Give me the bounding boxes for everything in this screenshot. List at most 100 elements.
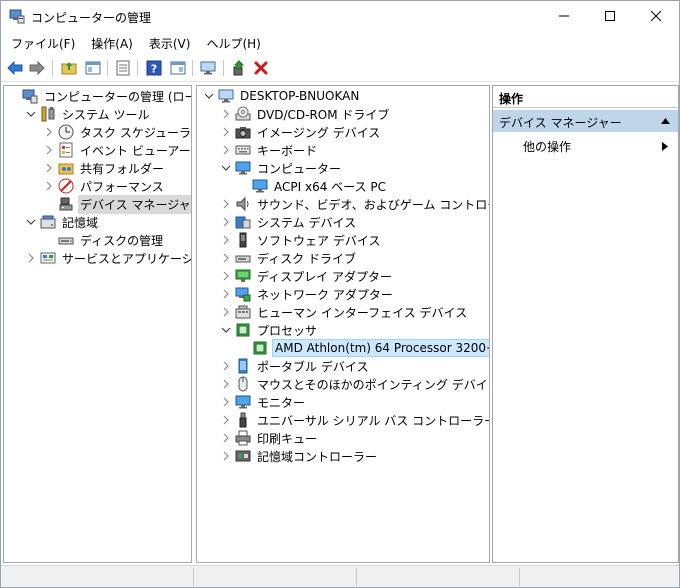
- tree-expander[interactable]: [43, 180, 55, 192]
- tree-item-label: ソフトウェア デバイス: [257, 233, 381, 248]
- tree-item[interactable]: DESKTOP-BNUOKAN: [203, 87, 361, 105]
- tree-item-icon: [235, 304, 251, 320]
- tree-item[interactable]: ACPI x64 ベース PC: [237, 177, 388, 195]
- tree-expander[interactable]: [25, 108, 37, 120]
- tree-item[interactable]: 記憶域コントローラー: [220, 447, 379, 465]
- tree-item-label: パフォーマンス: [80, 179, 164, 194]
- chevron-right-icon: [223, 109, 229, 119]
- tree-item[interactable]: サービスとアプリケーション: [25, 249, 191, 267]
- forward-button[interactable]: [27, 58, 47, 78]
- event-viewer-icon: [59, 142, 73, 158]
- tree-item[interactable]: システム ツール: [25, 105, 151, 123]
- tree-item[interactable]: タスク スケジューラ: [43, 123, 191, 141]
- export-list-button[interactable]: [113, 58, 133, 78]
- tree-expander[interactable]: [220, 126, 232, 138]
- scan-hardware-button[interactable]: [198, 58, 218, 78]
- tree-expander[interactable]: [220, 108, 232, 120]
- tree-item[interactable]: ユニバーサル シリアル バス コントローラー: [220, 411, 489, 429]
- tree-item-label: イベント ビューアー: [80, 143, 191, 158]
- show-hide-tree-button[interactable]: [83, 58, 103, 78]
- tree-expander[interactable]: [220, 234, 232, 246]
- tree-item-icon: [235, 232, 251, 248]
- action-pane-button[interactable]: [168, 58, 188, 78]
- tree-item[interactable]: AMD Athlon(tm) 64 Processor 3200+: [237, 339, 489, 357]
- processor-icon: [236, 323, 250, 337]
- tree-expander[interactable]: [43, 162, 55, 174]
- close-button[interactable]: [633, 1, 679, 31]
- chevron-right-icon: [223, 415, 229, 425]
- tree-expander[interactable]: [203, 90, 215, 102]
- tree-item[interactable]: システム デバイス: [220, 213, 358, 231]
- tree-expander[interactable]: [220, 450, 232, 462]
- tree-item[interactable]: コンピューターの管理 (ローカル): [7, 87, 191, 105]
- tree-item[interactable]: 記憶域: [25, 213, 100, 231]
- tree-item[interactable]: 共有フォルダー: [43, 159, 166, 177]
- tree-expander[interactable]: [220, 324, 232, 336]
- minimize-icon: [559, 15, 569, 17]
- menu-bar: ファイル(F) 操作(A) 表示(V) ヘルプ(H): [1, 33, 679, 53]
- tree-item[interactable]: ポータブル デバイス: [220, 357, 370, 375]
- menu-view[interactable]: 表示(V): [139, 33, 197, 53]
- tree-item[interactable]: ヒューマン インターフェイス デバイス: [220, 303, 469, 321]
- menu-file[interactable]: ファイル(F): [1, 33, 81, 53]
- tree-item[interactable]: サウンド、ビデオ、およびゲーム コントローラー: [220, 195, 489, 213]
- tree-expander[interactable]: [220, 252, 232, 264]
- tree-item[interactable]: コンピューター: [220, 159, 343, 177]
- minimize-button[interactable]: [541, 1, 587, 31]
- tree-expander[interactable]: [220, 306, 232, 318]
- tree-expander[interactable]: [220, 162, 232, 174]
- tree-expander[interactable]: [220, 360, 232, 372]
- chevron-right-icon: [46, 181, 52, 191]
- tree-expander[interactable]: [220, 396, 232, 408]
- tree-item[interactable]: モニター: [220, 393, 307, 411]
- up-folder-button[interactable]: [59, 58, 79, 78]
- tree-item[interactable]: デバイス マネージャー: [43, 194, 191, 214]
- tree-item[interactable]: ディスク ドライブ: [220, 249, 358, 267]
- tree-item[interactable]: マウスとそのほかのポインティング デバイス: [220, 375, 489, 393]
- chevron-down-icon: [221, 165, 231, 171]
- tree-expander[interactable]: [25, 216, 37, 228]
- tree-expander[interactable]: [220, 288, 232, 300]
- update-driver-button[interactable]: [229, 58, 249, 78]
- tree-item-label: サウンド、ビデオ、およびゲーム コントローラー: [257, 197, 489, 212]
- tree-expander[interactable]: [43, 144, 55, 156]
- menu-help[interactable]: ヘルプ(H): [196, 33, 266, 53]
- tree-expander[interactable]: [220, 270, 232, 282]
- tree-item[interactable]: イメージング デバイス: [220, 123, 382, 141]
- tree-item-label: コンピューターの管理 (ローカル): [44, 89, 191, 104]
- tree-item[interactable]: ソフトウェア デバイス: [220, 231, 382, 249]
- uninstall-device-button[interactable]: [251, 58, 271, 78]
- camera-icon: [235, 127, 251, 139]
- tree-item[interactable]: プロセッサ: [220, 321, 319, 339]
- tree-item[interactable]: イベント ビューアー: [43, 141, 191, 159]
- tree-expander[interactable]: [220, 432, 232, 444]
- tree-expander[interactable]: [220, 144, 232, 156]
- tree-expander[interactable]: [25, 252, 37, 264]
- display-adapter-icon: [235, 269, 251, 282]
- actions-section-device-manager[interactable]: デバイス マネージャー: [493, 110, 678, 132]
- tree-item[interactable]: ディスクの管理: [43, 231, 165, 249]
- tree-expander[interactable]: [220, 198, 232, 210]
- device-tree-pane[interactable]: DESKTOP-BNUOKAN DVD/CD-ROM ドライブ イメージング デバイ…: [196, 85, 490, 563]
- tree-item[interactable]: ディスプレイ アダプター: [220, 267, 394, 285]
- tree-expander[interactable]: [220, 216, 232, 228]
- chevron-right-icon: [223, 127, 229, 137]
- tree-item[interactable]: パフォーマンス: [43, 177, 166, 195]
- maximize-button[interactable]: [587, 1, 633, 31]
- software-device-icon: [239, 232, 247, 248]
- back-button[interactable]: [5, 58, 25, 78]
- console-tree-pane[interactable]: コンピューターの管理 (ローカル) システム ツールタスク スケジューライベント …: [3, 85, 192, 563]
- tree-expander[interactable]: [220, 414, 232, 426]
- tree-expander[interactable]: [220, 378, 232, 390]
- forward-arrow-icon: [29, 61, 45, 75]
- tree-item-icon: [58, 124, 74, 140]
- tree-item[interactable]: キーボード: [220, 141, 319, 159]
- tree-item[interactable]: ネットワーク アダプター: [220, 285, 395, 303]
- chevron-right-icon: [46, 127, 52, 137]
- help-button[interactable]: ?: [144, 58, 164, 78]
- tree-expander[interactable]: [43, 126, 55, 138]
- other-actions-item[interactable]: 他の操作: [493, 136, 678, 156]
- menu-action[interactable]: 操作(A): [81, 33, 139, 53]
- tree-item[interactable]: 印刷キュー: [220, 429, 319, 447]
- tree-item[interactable]: DVD/CD-ROM ドライブ: [220, 105, 391, 123]
